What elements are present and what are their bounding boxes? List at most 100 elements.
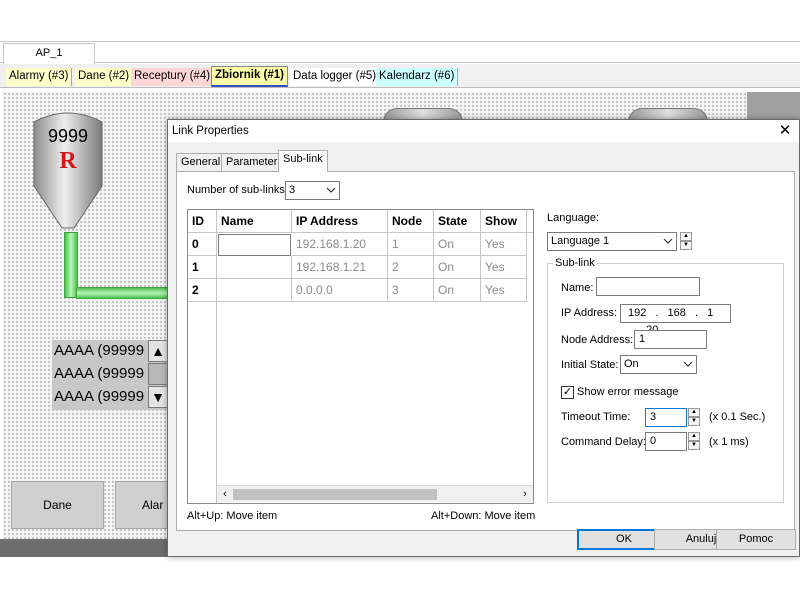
ip-octet-2: 168 bbox=[667, 307, 686, 319]
alarm-row[interactable]: AAAA (99999 bbox=[54, 386, 150, 408]
dane-button[interactable]: Dane bbox=[11, 481, 104, 529]
initial-state-select[interactable]: On bbox=[620, 355, 697, 374]
initial-state-label: Initial State: bbox=[561, 359, 619, 371]
num-sublinks-value: 3 bbox=[289, 184, 296, 196]
screen-tab-receptury[interactable]: Receptury (#4) bbox=[131, 68, 215, 86]
tab-general[interactable]: General bbox=[176, 153, 226, 171]
column-header-node[interactable]: Node bbox=[388, 210, 434, 233]
table-row-show[interactable]: Yes bbox=[481, 233, 527, 256]
spin-down-icon[interactable]: ▼ bbox=[688, 417, 700, 426]
column-header-state[interactable]: State bbox=[434, 210, 481, 233]
table-row-name[interactable] bbox=[217, 279, 292, 302]
screen-tab-dane[interactable]: Dane (#2) bbox=[75, 68, 134, 86]
column-header-id[interactable]: ID bbox=[188, 210, 217, 233]
table-row-ip[interactable]: 192.168.1.20 bbox=[292, 233, 388, 256]
spin-up-icon[interactable]: ▲ bbox=[688, 408, 700, 417]
num-sublinks-label: Number of sub-links: bbox=[187, 184, 288, 196]
table-row-name[interactable] bbox=[217, 256, 292, 279]
command-delay-input[interactable]: 0 bbox=[645, 432, 687, 451]
language-select[interactable]: Language 1 bbox=[547, 232, 677, 251]
table-row-ip[interactable]: 0.0.0.0 bbox=[292, 279, 388, 302]
table-row-id[interactable]: 0 bbox=[188, 233, 217, 256]
screen-tab-data-logger[interactable]: Data logger (#5) bbox=[290, 68, 381, 86]
column-header-show[interactable]: Show bbox=[481, 210, 527, 233]
document-tab-strip bbox=[0, 41, 800, 63]
tab-sub-link[interactable]: Sub-link bbox=[278, 150, 328, 172]
ip-dot: . bbox=[694, 307, 699, 319]
alarm-row[interactable]: AAAA (99999 bbox=[54, 363, 150, 385]
tank-value: 9999 bbox=[47, 126, 89, 146]
timeout-unit: (x 0.1 Sec.) bbox=[709, 411, 766, 423]
language-value: Language 1 bbox=[551, 235, 610, 247]
show-error-label[interactable]: Show error message bbox=[577, 386, 679, 398]
chevron-left-icon[interactable]: ‹ bbox=[219, 486, 231, 503]
ip-address-label: IP Address: bbox=[561, 307, 618, 319]
dialog-title: Link Properties bbox=[172, 125, 249, 137]
name-input[interactable] bbox=[596, 277, 700, 296]
table-row-node[interactable]: 1 bbox=[388, 233, 434, 256]
pipe-horizontal bbox=[76, 287, 168, 299]
name-label: Name: bbox=[561, 282, 594, 294]
ip-octet-3: 1 bbox=[707, 307, 714, 319]
command-delay-label: Command Delay: bbox=[561, 436, 646, 448]
horizontal-scrollbar[interactable]: ‹ › bbox=[217, 485, 533, 502]
scroll-up-icon[interactable]: ▲ bbox=[148, 340, 168, 362]
close-icon[interactable]: ✕ bbox=[777, 122, 793, 140]
table-row-id[interactable]: 2 bbox=[188, 279, 217, 302]
screen-tab-zbiornik[interactable]: Zbiornik (#1) bbox=[211, 66, 289, 87]
scroll-track[interactable] bbox=[148, 363, 168, 385]
chevron-right-icon[interactable]: › bbox=[519, 486, 531, 503]
table-row-node[interactable]: 2 bbox=[388, 256, 434, 279]
node-address-label: Node Address: bbox=[561, 334, 634, 346]
chevron-down-icon bbox=[683, 361, 693, 367]
chevron-down-icon bbox=[663, 238, 673, 244]
hint-move-down: Alt+Down: Move item bbox=[431, 510, 536, 522]
ip-address-input[interactable]: 192 . 168 . 1 . 20 bbox=[620, 304, 731, 336]
sublink-group-label: Sub-link bbox=[553, 257, 597, 269]
help-button[interactable]: Pomoc bbox=[716, 529, 796, 550]
alarm-list[interactable]: AAAA (99999 AAAA (99999 AAAA (99999 ▲ ▼ bbox=[52, 340, 168, 410]
node-address-input[interactable]: 1 bbox=[634, 330, 707, 349]
table-row-state[interactable]: On bbox=[434, 279, 481, 302]
table-row-show[interactable]: Yes bbox=[481, 279, 527, 302]
column-header-ip[interactable]: IP Address bbox=[292, 210, 388, 233]
table-row-node[interactable]: 3 bbox=[388, 279, 434, 302]
table-row-name-editor[interactable] bbox=[218, 234, 291, 256]
screen-tab-kalendarz[interactable]: Kalendarz (#6) bbox=[376, 68, 459, 86]
screen-tab-alarmy[interactable]: Alarmy (#3) bbox=[6, 68, 73, 86]
num-sublinks-select[interactable]: 3 bbox=[285, 181, 340, 200]
alarm-row[interactable]: AAAA (99999 bbox=[54, 340, 150, 362]
spin-down-icon[interactable]: ▼ bbox=[680, 241, 692, 250]
screen-tab-bar: Alarmy (#3) Dane (#2) Receptury (#4) Zbi… bbox=[0, 64, 800, 88]
table-row-state[interactable]: On bbox=[434, 233, 481, 256]
show-error-checkbox[interactable]: ✓ bbox=[561, 386, 574, 399]
spin-down-icon[interactable]: ▼ bbox=[688, 441, 700, 450]
spin-up-icon[interactable]: ▲ bbox=[680, 232, 692, 241]
language-label: Language: bbox=[547, 212, 599, 224]
sublink-grid[interactable]: ID Name IP Address Node State Show 0 192… bbox=[187, 209, 534, 504]
scroll-down-icon[interactable]: ▼ bbox=[148, 386, 168, 408]
timeout-label: Timeout Time: bbox=[561, 411, 631, 423]
language-spinner[interactable]: ▲ ▼ bbox=[680, 232, 692, 251]
table-row-show[interactable]: Yes bbox=[481, 256, 527, 279]
column-header-overflow bbox=[527, 210, 533, 233]
hint-move-up: Alt+Up: Move item bbox=[187, 510, 278, 522]
alarmy-button[interactable]: Alar bbox=[115, 481, 175, 529]
command-delay-spinner[interactable]: ▲ ▼ bbox=[688, 432, 700, 451]
table-row-state[interactable]: On bbox=[434, 256, 481, 279]
ip-octet-1: 192 bbox=[628, 307, 647, 319]
ip-dot: . bbox=[655, 307, 659, 319]
command-delay-unit: (x 1 ms) bbox=[709, 436, 749, 448]
sublink-groupbox bbox=[547, 263, 784, 503]
dialog-title-bar[interactable]: Link Properties ✕ bbox=[168, 120, 799, 142]
tab-parameter[interactable]: Parameter bbox=[221, 153, 283, 171]
scrollbar-thumb[interactable] bbox=[233, 489, 437, 500]
column-header-name[interactable]: Name bbox=[217, 210, 292, 233]
table-row-ip[interactable]: 192.168.1.21 bbox=[292, 256, 388, 279]
initial-state-value: On bbox=[624, 358, 639, 370]
spin-up-icon[interactable]: ▲ bbox=[688, 432, 700, 441]
timeout-spinner[interactable]: ▲ ▼ bbox=[688, 408, 700, 427]
document-tab[interactable]: AP_1 bbox=[3, 43, 95, 64]
timeout-input[interactable]: 3 bbox=[645, 408, 687, 427]
table-row-id[interactable]: 1 bbox=[188, 256, 217, 279]
